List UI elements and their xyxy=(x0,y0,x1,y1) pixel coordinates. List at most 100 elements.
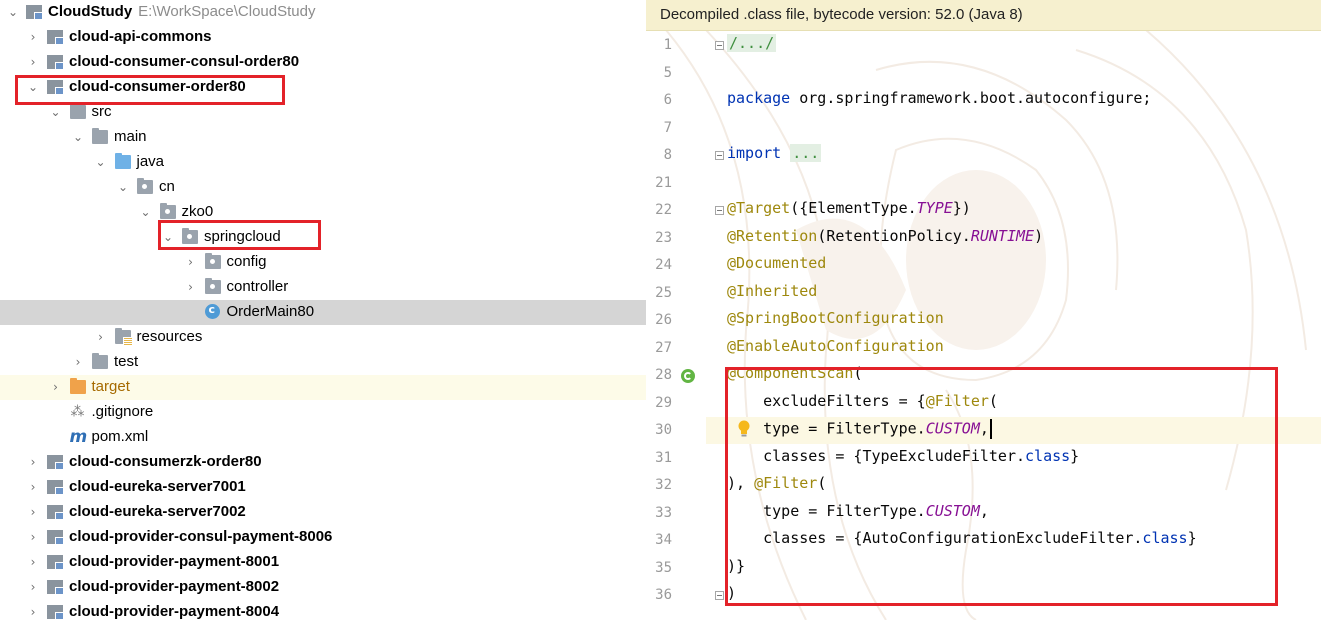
text-cursor xyxy=(989,419,992,439)
module-folder-icon xyxy=(47,80,64,95)
chevron-down-icon[interactable]: ⌄ xyxy=(139,200,153,225)
code-token: ( xyxy=(988,391,998,410)
tree-item-label: cloud-provider-payment-8002 xyxy=(69,578,280,595)
tree-item-resources[interactable]: › resources xyxy=(0,325,646,350)
tree-item-label: cloud-eureka-server7001 xyxy=(69,478,246,495)
module-folder-icon xyxy=(47,455,64,470)
chevron-right-icon[interactable]: › xyxy=(26,450,40,475)
tree-item-label: java xyxy=(136,153,165,170)
chevron-down-icon[interactable]: ⌄ xyxy=(94,150,108,175)
code-line[interactable] xyxy=(706,115,1321,142)
tree-item-cloud-consumerzk-order80[interactable]: › cloud-consumerzk-order80 xyxy=(0,450,646,475)
tree-item-controller[interactable]: › controller xyxy=(0,275,646,300)
chevron-down-icon[interactable]: ⌄ xyxy=(71,125,85,150)
module-folder-icon xyxy=(47,55,64,70)
chevron-down-icon[interactable]: ⌄ xyxy=(6,0,20,25)
tree-root[interactable]: ⌄ CloudStudy E:\WorkSpace\CloudStudy xyxy=(0,0,646,25)
code-line[interactable] xyxy=(706,582,1321,609)
tree-item-cloud-provider-payment-8002[interactable]: › cloud-provider-payment-8002 xyxy=(0,575,646,600)
chevron-right-icon[interactable]: › xyxy=(26,525,40,550)
tree-item-gitignore[interactable]: ⁂ .gitignore xyxy=(0,400,646,425)
tree-item-cloud-provider-consul-payment-8006[interactable]: › cloud-provider-consul-payment-8006 xyxy=(0,525,646,550)
fold-toggle-icon[interactable] xyxy=(715,41,724,50)
spring-class-icon xyxy=(204,303,220,319)
tree-item-cloud-provider-payment-8004[interactable]: › cloud-provider-payment-8004 xyxy=(0,600,646,620)
code-line[interactable] xyxy=(706,170,1321,197)
project-tree-panel: ⌄ CloudStudy E:\WorkSpace\CloudStudy › clo… xyxy=(0,0,646,620)
module-folder-icon xyxy=(47,555,64,570)
fold-toggle-icon[interactable] xyxy=(715,591,724,600)
tree-item-label: test xyxy=(114,353,139,370)
code-token: classes = {TypeExcludeFilter. xyxy=(727,446,1026,465)
tree-item-label: cloud-provider-consul-payment-8006 xyxy=(69,528,333,545)
module-folder-icon xyxy=(47,530,64,545)
line-number: 27 xyxy=(655,339,672,356)
tree-item-java[interactable]: ⌄ java xyxy=(0,150,646,175)
chevron-down-icon[interactable]: ⌄ xyxy=(49,100,63,125)
editor-gutter: 1 5 6 7 8 21 22 23 24 25 26 27 28 29 30 31 32 33 34 35 36 xyxy=(646,31,706,620)
chevron-right-icon[interactable]: › xyxy=(184,275,198,300)
tree-item-cloud-eureka-server7002[interactable]: › cloud-eureka-server7002 xyxy=(0,500,646,525)
code-token: TYPE xyxy=(916,199,953,217)
excluded-folder-icon xyxy=(69,378,86,394)
chevron-right-icon[interactable]: › xyxy=(184,250,198,275)
tree-item-label: cloud-consumer-consul-order80 xyxy=(69,53,300,70)
tree-item-cloud-api-commons[interactable]: › cloud-api-commons xyxy=(0,25,646,50)
tree-item-cloud-consumer-order80[interactable]: ⌄ cloud-consumer-order80 xyxy=(0,75,646,100)
module-folder-icon xyxy=(47,580,64,595)
code-line[interactable] xyxy=(706,60,1321,87)
fold-toggle-icon[interactable] xyxy=(715,206,724,215)
chevron-right-icon[interactable]: › xyxy=(26,550,40,575)
tree-item-src[interactable]: ⌄ src xyxy=(0,100,646,125)
chevron-down-icon[interactable]: ⌄ xyxy=(116,175,130,200)
spring-bean-gutter-icon[interactable] xyxy=(681,369,695,383)
tree-item-label: zko0 xyxy=(181,203,214,220)
code-line[interactable] xyxy=(706,32,1321,59)
banner-text: Decompiled .class file, bytecode version… xyxy=(660,6,1023,23)
tree-item-config[interactable]: › config xyxy=(0,250,646,275)
tree-item-label: cloud-consumer-order80 xyxy=(69,78,246,95)
code-token: ) xyxy=(1034,226,1044,245)
chevron-right-icon[interactable]: › xyxy=(26,575,40,600)
chevron-down-icon[interactable]: ⌄ xyxy=(161,225,175,250)
chevron-right-icon[interactable]: › xyxy=(26,25,40,50)
tree-item-pom-xml[interactable]: m pom.xml xyxy=(0,425,646,450)
code-token: import xyxy=(727,144,782,162)
tree-item-target[interactable]: › target xyxy=(0,375,646,400)
tree-item-label: .gitignore xyxy=(91,403,154,420)
code-line[interactable] xyxy=(706,555,1321,582)
code-text: package org.springframework.boot.autocon… xyxy=(727,89,1151,107)
fold-toggle-icon[interactable] xyxy=(715,151,724,160)
tree-item-cloud-eureka-server7001[interactable]: › cloud-eureka-server7001 xyxy=(0,475,646,500)
tree-item-label: cloud-provider-payment-8004 xyxy=(69,603,280,620)
code-editor[interactable]: Decompiled .class file, bytecode version… xyxy=(646,0,1321,620)
code-text: classes = {TypeExcludeFilter.class} xyxy=(727,447,1079,465)
chevron-right-icon[interactable]: › xyxy=(94,325,108,350)
line-number: 21 xyxy=(655,174,672,191)
chevron-right-icon[interactable]: › xyxy=(26,50,40,75)
line-number: 6 xyxy=(663,92,672,108)
chevron-right-icon[interactable]: › xyxy=(26,600,40,620)
tree-item-zko0[interactable]: ⌄ zko0 xyxy=(0,200,646,225)
code-token: @Filter xyxy=(925,391,989,410)
package-icon xyxy=(204,253,221,269)
tree-item-main[interactable]: ⌄ main xyxy=(0,125,646,150)
code-token: @Target xyxy=(727,199,791,217)
tree-item-test[interactable]: › test xyxy=(0,350,646,375)
code-token: ({ElementType. xyxy=(790,199,917,217)
code-text: /.../ xyxy=(727,34,777,52)
chevron-right-icon[interactable]: › xyxy=(26,475,40,500)
tree-item-cloud-provider-payment-8001[interactable]: › cloud-provider-payment-8001 xyxy=(0,550,646,575)
tree-item-cn[interactable]: ⌄ cn xyxy=(0,175,646,200)
code-text: @Target({ElementType.TYPE}) xyxy=(727,199,971,217)
code-token: ( xyxy=(853,364,863,382)
module-folder-icon xyxy=(47,505,64,520)
tree-item-ordermain80[interactable]: OrderMain80 xyxy=(0,300,646,325)
tree-item-springcloud[interactable]: ⌄ springcloud xyxy=(0,225,646,250)
chevron-down-icon[interactable]: ⌄ xyxy=(26,75,40,100)
chevron-right-icon[interactable]: › xyxy=(71,350,85,375)
tree-item-cloud-consumer-consul-order80[interactable]: › cloud-consumer-consul-order80 xyxy=(0,50,646,75)
chevron-right-icon[interactable]: › xyxy=(49,375,63,400)
code-text: @SpringBootConfiguration xyxy=(727,309,944,327)
chevron-right-icon[interactable]: › xyxy=(26,500,40,525)
